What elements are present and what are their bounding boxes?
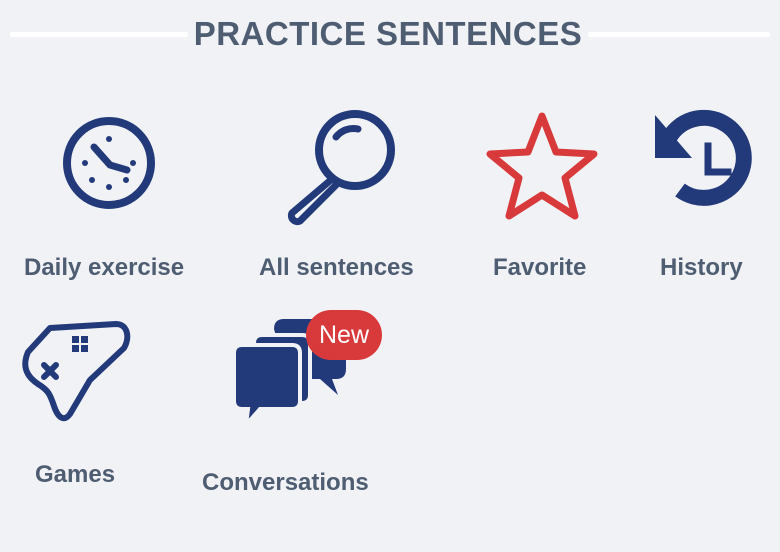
- tile-all-sentences[interactable]: All sentences: [240, 90, 450, 290]
- clock-icon: [63, 117, 155, 209]
- tile-daily-exercise[interactable]: Daily exercise: [0, 90, 220, 290]
- star-icon: [486, 112, 598, 220]
- tile-label: History: [660, 254, 743, 281]
- tile-label: Favorite: [493, 254, 587, 281]
- tile-label: Conversations: [202, 469, 369, 496]
- gamepad-icon: [22, 321, 131, 422]
- new-badge: New: [306, 310, 382, 360]
- history-icon: [655, 109, 752, 206]
- tile-favorite[interactable]: Favorite: [470, 90, 620, 290]
- header-divider-right: [588, 32, 770, 37]
- section-title: PRACTICE SENTENCES: [193, 15, 583, 52]
- tile-label: Daily exercise: [24, 254, 185, 281]
- magnifier-icon: [287, 110, 395, 226]
- tile-history[interactable]: History: [640, 90, 780, 290]
- tile-conversations[interactable]: New Conversations: [200, 305, 410, 505]
- tile-label: All sentences: [259, 254, 414, 281]
- tile-label: Games: [35, 461, 116, 488]
- tile-games[interactable]: Games: [0, 305, 180, 505]
- header-divider-left: [10, 32, 188, 37]
